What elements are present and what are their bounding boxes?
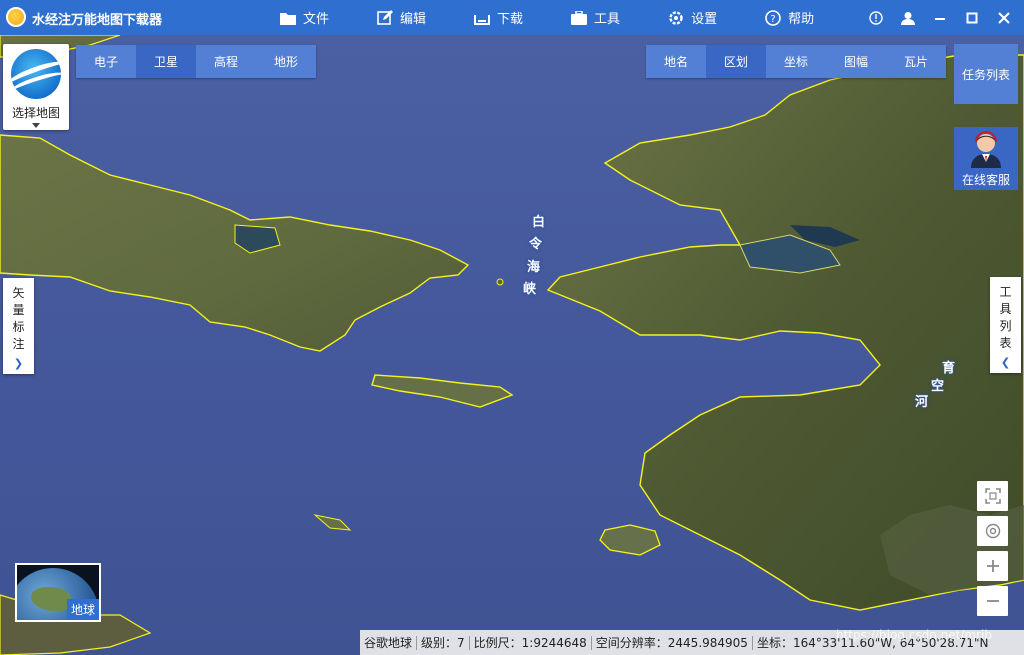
zoom-out-button[interactable]	[977, 586, 1008, 616]
menu-file[interactable]: 文件	[280, 0, 329, 35]
target-icon	[985, 523, 1000, 539]
fullscreen-button[interactable]	[977, 481, 1008, 511]
minimize-button[interactable]	[924, 0, 956, 35]
tab-overlay-sheets[interactable]: 图幅	[826, 45, 886, 78]
online-service-button[interactable]: 在线客服	[954, 127, 1018, 190]
menu-settings[interactable]: 设置	[668, 0, 717, 35]
watermark: https://blog.csdn.net/mrib	[836, 628, 992, 642]
menu-tools[interactable]: 工具	[571, 0, 620, 35]
maximize-icon	[966, 12, 978, 23]
tab-map-terrain[interactable]: 地形	[256, 45, 316, 78]
tool-list-char-4: 表	[999, 336, 1012, 350]
info-button[interactable]	[860, 0, 892, 35]
info-icon	[869, 10, 883, 25]
select-map-label: 选择地图	[11, 106, 60, 120]
earth-view-button[interactable]: 地球	[15, 563, 101, 622]
vector-annotation-char-2: 量	[12, 303, 25, 317]
status-source: 谷歌地球	[364, 636, 413, 650]
menu-help[interactable]: ? 帮助	[765, 0, 814, 35]
tab-overlay-coordinates[interactable]: 坐标	[766, 45, 826, 78]
tool-list-tab[interactable]: 工 具 列 表 ❮	[990, 277, 1021, 373]
app-title: 水经注万能地图下载器	[32, 13, 163, 28]
locate-button[interactable]	[977, 516, 1008, 546]
map-label-strait-1: 白	[532, 215, 546, 230]
status-scale: 比例尺：1:9244648	[473, 636, 587, 650]
customer-service-icon	[967, 130, 1005, 168]
user-icon	[901, 11, 915, 25]
close-icon	[998, 11, 1010, 24]
toolbox-icon	[571, 10, 588, 25]
map-controls	[977, 481, 1008, 621]
plus-icon	[986, 560, 999, 572]
map-canvas[interactable]: 白 令 海 峡 育 空 河 选择地图 电子 卫星 高程 地形 地名 区划 坐标 …	[0, 35, 1024, 655]
globe-logo-icon	[11, 49, 61, 99]
tool-list-char-1: 工	[999, 285, 1012, 299]
edit-icon	[377, 9, 394, 25]
earth-view-label: 地球	[66, 599, 99, 620]
vector-annotation-char-4: 注	[12, 337, 25, 351]
overlay-tabs: 地名 区划 坐标 图幅 瓦片	[646, 45, 946, 78]
minimize-icon	[935, 17, 945, 20]
tool-list-char-2: 具	[999, 302, 1012, 316]
status-resolution: 空间分辨率：2445.984905	[595, 636, 748, 650]
maximize-button[interactable]	[956, 0, 988, 35]
zoom-in-button[interactable]	[977, 551, 1008, 581]
close-button[interactable]	[988, 0, 1020, 35]
vector-annotation-char-3: 标	[12, 320, 25, 334]
task-list-button[interactable]: 任务列表	[954, 44, 1018, 104]
minus-icon	[986, 600, 999, 602]
map-label-river-3: 河	[915, 395, 929, 410]
menu-bar: 文件 编辑 下载 工具 设置 ? 帮助	[280, 0, 862, 35]
chevron-right-icon: ❯	[13, 357, 24, 370]
download-icon	[474, 14, 491, 25]
window-controls	[860, 0, 1020, 35]
caret-down-icon	[32, 123, 40, 128]
status-level: 级别：7	[421, 636, 465, 650]
vector-annotation-tab[interactable]: 矢 量 标 注 ❯	[3, 278, 34, 374]
map-type-tabs: 电子 卫星 高程 地形	[76, 45, 316, 78]
tab-map-electronic[interactable]: 电子	[76, 45, 136, 78]
folder-icon	[280, 12, 296, 25]
map-label-river-2: 空	[931, 379, 945, 394]
help-icon: ?	[765, 9, 781, 26]
tab-overlay-tiles[interactable]: 瓦片	[886, 45, 946, 78]
title-bar: 水经注万能地图下载器 文件 编辑 下载 工具 设置 ? 帮助	[0, 0, 1024, 35]
user-button[interactable]	[892, 0, 924, 35]
map-label-strait-3: 海	[527, 260, 541, 275]
vector-annotation-char-1: 矢	[12, 286, 25, 300]
tab-map-elevation[interactable]: 高程	[196, 45, 256, 78]
app-logo-icon	[6, 7, 26, 27]
select-map-button[interactable]: 选择地图	[3, 44, 69, 130]
tab-overlay-placenames[interactable]: 地名	[646, 45, 706, 78]
chevron-left-icon: ❮	[1000, 356, 1011, 369]
tab-map-satellite[interactable]: 卫星	[136, 45, 196, 78]
satellite-imagery	[0, 35, 1024, 655]
fullscreen-icon	[984, 488, 1001, 504]
menu-download[interactable]: 下载	[474, 0, 523, 35]
map-label-river-1: 育	[942, 361, 956, 376]
gear-icon	[669, 10, 683, 25]
svg-text:?: ?	[770, 14, 775, 25]
online-service-label: 在线客服	[961, 173, 1010, 187]
menu-edit[interactable]: 编辑	[377, 0, 426, 35]
tab-overlay-boundaries[interactable]: 区划	[706, 45, 766, 78]
map-label-strait-2: 令	[529, 237, 543, 252]
tool-list-char-3: 列	[999, 319, 1012, 333]
map-label-strait-4: 峡	[523, 282, 537, 297]
